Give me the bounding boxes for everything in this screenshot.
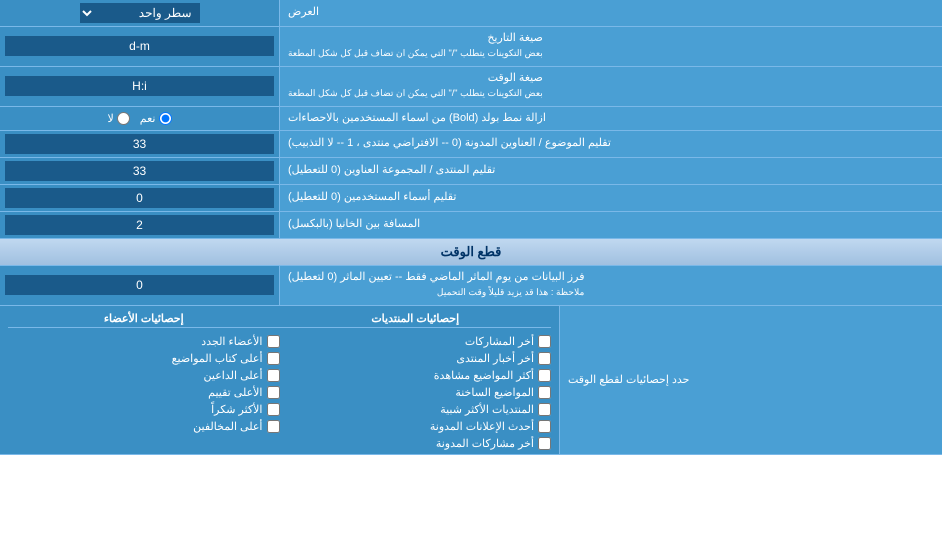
bold-remove-no-radio[interactable] [117,112,130,125]
cutoff-days-label: فرز البيانات من يوم الماثر الماضي فقط --… [280,266,942,305]
date-format-label: صيغة التاريخبعض التكوينات يتطلب "/" التي… [280,27,942,66]
trim-titles-input-cell [0,131,280,157]
list-item: أكثر المواضيع مشاهدة [280,369,552,382]
bold-remove-label: ازالة نمط بولد (Bold) من اسماء المستخدمي… [280,107,942,130]
cutoff-section-header: قطع الوقت [0,239,942,266]
time-format-row: صيغة الوقتبعض التكوينات يتطلب "/" التي ي… [0,67,942,107]
list-item: أخر مشاركات المدونة [280,437,552,450]
cutoff-days-row: فرز البيانات من يوم الماثر الماضي فقط --… [0,266,942,306]
trim-forum-titles-input-cell [0,158,280,184]
gap-columns-row: المسافة بين الخانيا (بالبكسل) [0,212,942,239]
gap-columns-label: المسافة بين الخانيا (بالبكسل) [280,212,942,238]
gap-columns-input-cell [0,212,280,238]
cb-last-posts[interactable] [538,335,551,348]
cb-new-members[interactable] [267,335,280,348]
checkbox-col-forums: إحصائيات المنتديات أخر المشاركات أخر أخب… [280,310,552,450]
cutoff-days-input[interactable] [5,275,274,295]
cb-blog-posts[interactable] [538,437,551,450]
cb-hot-topics[interactable] [538,386,551,399]
cb-top-violations[interactable] [267,420,280,433]
list-item: أخر أخبار المنتدى [280,352,552,365]
list-item: أعلى الداعين [8,369,280,382]
list-item: أعلى كتاب المواضيع [8,352,280,365]
checkbox-col-members-header: إحصائيات الأعضاء [8,310,280,328]
trim-usernames-label: تقليم أسماء المستخدمين (0 للتعطيل) [280,185,942,211]
list-item: المواضيع الساخنة [280,386,552,399]
time-format-label: صيغة الوقتبعض التكوينات يتطلب "/" التي ي… [280,67,942,106]
list-item: الأكثر شكراً [8,403,280,416]
cb-forum-news[interactable] [538,352,551,365]
bold-remove-radio-cell: نعم لا [0,107,280,130]
time-format-input-cell [0,67,280,106]
list-item: الأعلى تقييم [8,386,280,399]
bold-remove-no-label[interactable]: لا [108,112,130,125]
cb-latest-ads[interactable] [538,420,551,433]
trim-titles-input[interactable] [5,134,274,154]
bold-remove-yes-label[interactable]: نعم [140,112,172,125]
trim-usernames-input-cell [0,185,280,211]
trim-forum-titles-row: تقليم المنتدى / المجموعة العناوين (0 للت… [0,158,942,185]
checkboxes-section: حدد إحصائيات لقطع الوقت إحصائيات المنتدي… [0,306,942,455]
display-mode-input-cell: سطر واحد سطران ثلاثة أسطر [0,0,280,26]
gap-columns-input[interactable] [5,215,274,235]
date-format-row: صيغة التاريخبعض التكوينات يتطلب "/" التي… [0,27,942,67]
display-mode-select[interactable]: سطر واحد سطران ثلاثة أسطر [80,3,200,23]
checkboxes-cols-cell: إحصائيات المنتديات أخر المشاركات أخر أخب… [0,306,560,454]
cb-top-inviters[interactable] [267,369,280,382]
checkbox-col-members: إحصائيات الأعضاء الأعضاء الجدد أعلى كتاب… [8,310,280,450]
cb-top-rated[interactable] [267,386,280,399]
list-item: أعلى المخالفين [8,420,280,433]
cb-most-viewed[interactable] [538,369,551,382]
checkbox-col-forums-header: إحصائيات المنتديات [280,310,552,328]
list-item: المنتديات الأكثر شبية [280,403,552,416]
checkbox-cols-wrapper: إحصائيات المنتديات أخر المشاركات أخر أخب… [8,310,551,450]
cb-top-posters[interactable] [267,352,280,365]
display-mode-label: العرض [280,0,942,26]
cb-most-thanks[interactable] [267,403,280,416]
display-mode-row: العرض سطر واحد سطران ثلاثة أسطر [0,0,942,27]
cutoff-days-input-cell [0,266,280,305]
cb-similar-forums[interactable] [538,403,551,416]
trim-usernames-input[interactable] [5,188,274,208]
list-item: أخر المشاركات [280,335,552,348]
trim-forum-titles-label: تقليم المنتدى / المجموعة العناوين (0 للت… [280,158,942,184]
trim-forum-titles-input[interactable] [5,161,274,181]
date-format-input-cell [0,27,280,66]
trim-usernames-row: تقليم أسماء المستخدمين (0 للتعطيل) [0,185,942,212]
trim-titles-label: تقليم الموضوع / العناوين المدونة (0 -- ا… [280,131,942,157]
list-item: أحدث الإعلانات المدونة [280,420,552,433]
time-format-input[interactable] [5,76,274,96]
checkboxes-section-label: حدد إحصائيات لقطع الوقت [560,306,942,454]
bold-remove-yes-radio[interactable] [159,112,172,125]
trim-titles-row: تقليم الموضوع / العناوين المدونة (0 -- ا… [0,131,942,158]
date-format-input[interactable] [5,36,274,56]
list-item: الأعضاء الجدد [8,335,280,348]
bold-remove-row: ازالة نمط بولد (Bold) من اسماء المستخدمي… [0,107,942,131]
